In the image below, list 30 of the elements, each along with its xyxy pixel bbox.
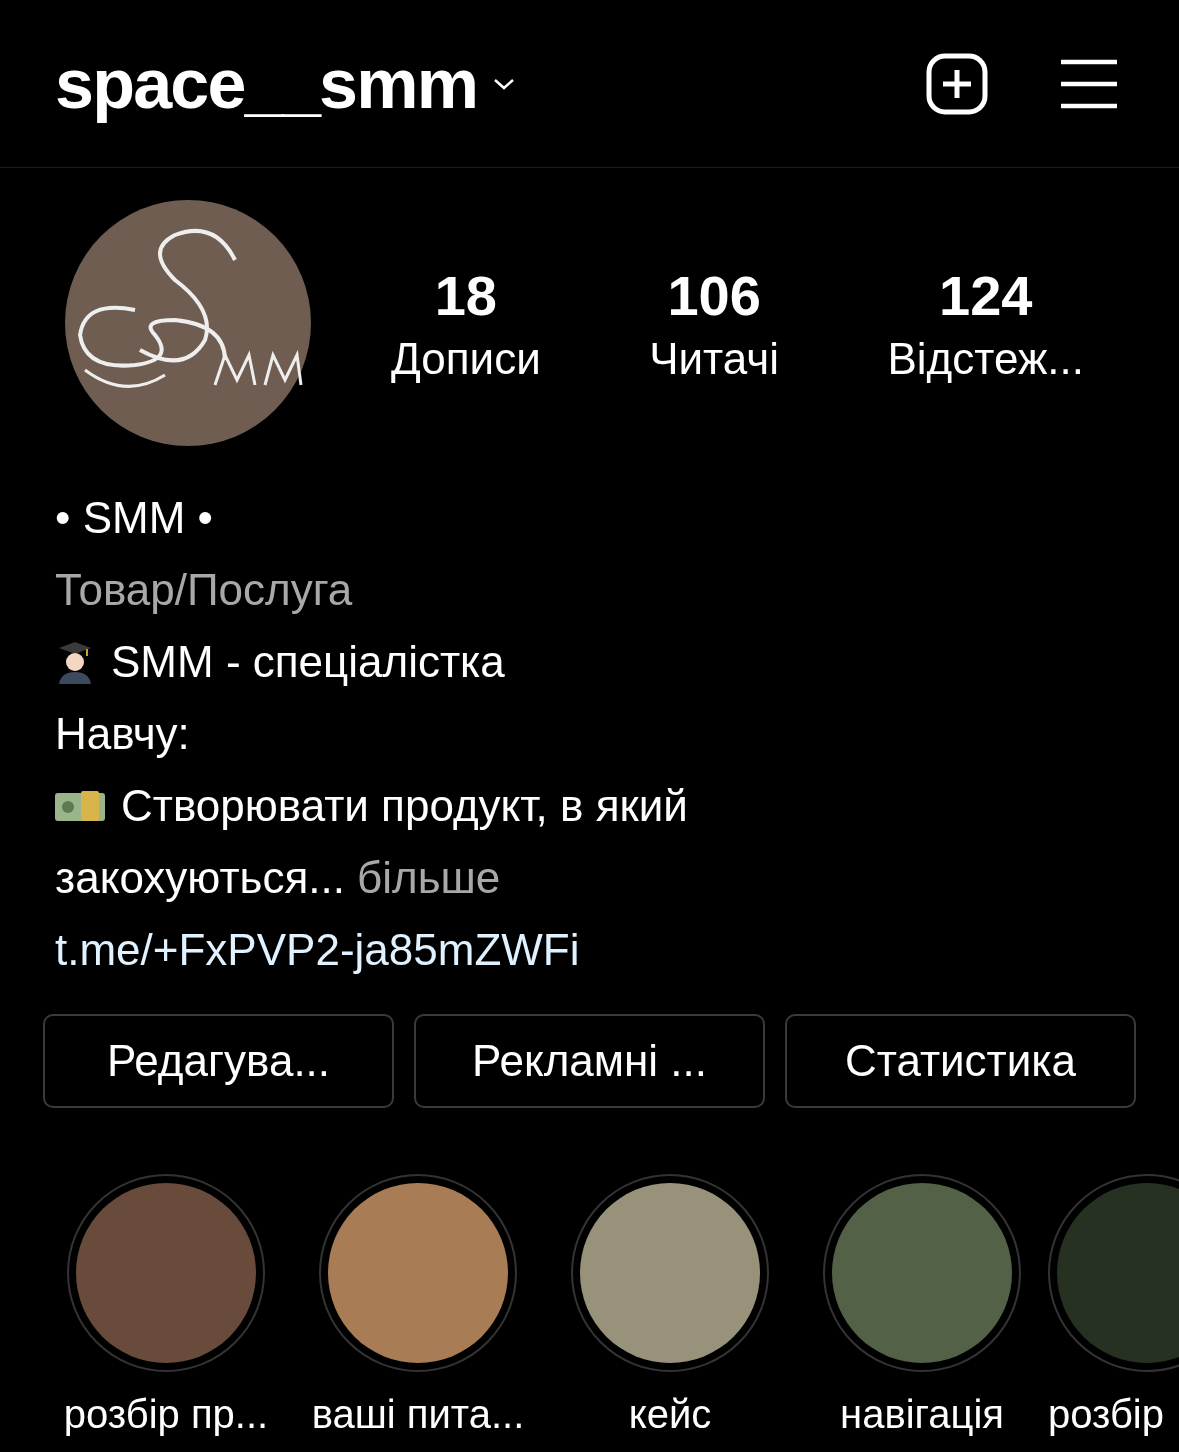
stat-label[interactable]: Дописи	[391, 330, 541, 386]
profile-link[interactable]: t.me/+FxPVP2-ja85mZWFi	[55, 914, 1124, 986]
profile-name: • SMM •	[55, 492, 214, 544]
bio-line: закохуються...	[55, 852, 345, 904]
profile-action-button[interactable]: Редагува...	[43, 1014, 394, 1108]
chevron-down-icon[interactable]	[493, 76, 516, 91]
highlight-label: кейс	[628, 1391, 712, 1438]
highlight-ring[interactable]	[319, 1174, 517, 1372]
highlight-ring[interactable]	[571, 1174, 769, 1372]
stat-label[interactable]: Відстеж...	[887, 330, 1084, 386]
highlight-label: навігація	[840, 1391, 1004, 1438]
highlight-ring[interactable]	[823, 1174, 1021, 1372]
profile-category: Товар/Послуга	[55, 564, 354, 616]
profile-action-button[interactable]: Статистика	[785, 1014, 1136, 1108]
profile-action-button[interactable]: Рекламні ...	[414, 1014, 765, 1108]
menu-icon[interactable]	[1059, 57, 1119, 110]
banknote-icon	[55, 789, 105, 823]
highlight-label: розбір пр...	[63, 1391, 269, 1438]
logo-icon	[65, 200, 311, 446]
add-icon[interactable]	[925, 51, 989, 116]
bio-line: Навчу:	[55, 708, 190, 760]
stat-count: 124	[939, 262, 1033, 329]
highlight-label: розбір	[1048, 1391, 1164, 1438]
more-link[interactable]: більше	[357, 842, 501, 914]
stat-label[interactable]: Читачі	[649, 330, 779, 386]
stat-count: 18	[434, 262, 497, 329]
stat-count: 106	[667, 262, 761, 329]
bio-line: SMM - спеціалістка	[111, 636, 505, 688]
highlight-label: ваші пита...	[311, 1391, 525, 1438]
bio-line: Створювати продукт, в який	[121, 780, 688, 832]
